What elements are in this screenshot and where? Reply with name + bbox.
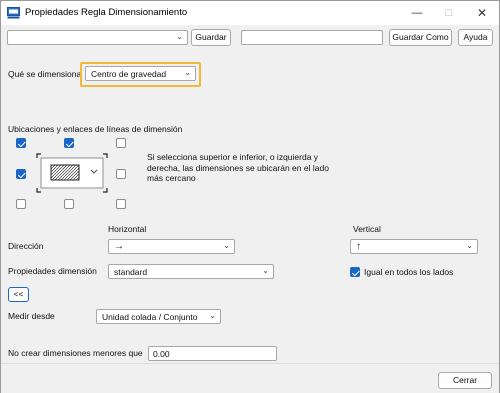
dimension-target-select[interactable]: Centro de gravedad ⌄ (85, 66, 196, 81)
direction-vertical-value: ↑ (356, 241, 361, 252)
close-icon[interactable]: ✕ (467, 1, 497, 25)
direction-horizontal-select[interactable]: → ⌄ (108, 239, 235, 254)
location-mid-left-checkbox[interactable] (16, 169, 26, 179)
measure-from-value: Unidad colada / Conjunto (102, 312, 198, 322)
same-all-sides-label: Igual en todos los lados (364, 267, 454, 277)
dialog-footer: Cerrar (1, 363, 499, 393)
min-dimension-value: 0.00 (153, 349, 170, 359)
app-icon (7, 7, 20, 19)
dimension-properties-select[interactable]: standard ⌄ (108, 264, 274, 279)
location-bottom-left-checkbox[interactable] (16, 199, 26, 209)
vertical-column-header: Vertical (353, 224, 381, 234)
help-button[interactable]: Ayuda (458, 29, 493, 46)
location-bottom-right-checkbox[interactable] (116, 199, 126, 209)
min-dimension-input[interactable]: 0.00 (148, 346, 277, 361)
location-mid-right-checkbox[interactable] (116, 169, 126, 179)
maximize-icon[interactable]: □ (434, 1, 464, 25)
save-as-name-input[interactable] (241, 30, 383, 45)
min-dimension-label: No crear dimensiones menores que (8, 348, 143, 358)
chevron-down-icon: ⌄ (209, 311, 216, 320)
dimension-target-value: Centro de gravedad (91, 69, 167, 79)
chevron-down-icon: ⌄ (176, 32, 183, 41)
chevron-down-icon: ⌄ (223, 241, 230, 250)
chevron-down-icon: ⌄ (262, 266, 269, 275)
minimize-icon[interactable]: — (402, 1, 432, 25)
window-title: Propiedades Regla Dimensionamiento (25, 7, 188, 18)
title-bar: Propiedades Regla Dimensionamiento — □ ✕ (1, 1, 499, 25)
collapse-button[interactable]: << (8, 287, 29, 302)
location-top-left-checkbox[interactable] (16, 138, 26, 148)
location-diagram (36, 153, 108, 193)
dimension-properties-value: standard (114, 267, 148, 277)
direction-vertical-select[interactable]: ↑ ⌄ (350, 239, 478, 254)
measure-from-select[interactable]: Unidad colada / Conjunto ⌄ (96, 309, 221, 324)
chevron-down-icon: ⌄ (184, 68, 191, 77)
dimension-target-label: Qué se dimensiona (8, 69, 82, 79)
preset-select[interactable]: ⌄ (7, 30, 188, 45)
dialog-window: Propiedades Regla Dimensionamiento — □ ✕… (0, 0, 500, 393)
measure-from-label: Medir desde (8, 311, 55, 321)
save-as-button[interactable]: Guardar Como (389, 29, 452, 46)
locations-help-text: Si selecciona superior e inferior, o izq… (147, 152, 329, 183)
direction-label: Dirección (8, 241, 44, 251)
dimension-properties-label: Propiedades dimensión (8, 266, 97, 276)
chevron-down-icon: ⌄ (466, 241, 473, 250)
direction-horizontal-value: → (114, 241, 124, 252)
location-top-right-checkbox[interactable] (116, 138, 126, 148)
locations-title: Ubicaciones y enlaces de líneas de dimen… (8, 124, 183, 134)
close-button[interactable]: Cerrar (438, 372, 492, 389)
horizontal-column-header: Horizontal (108, 224, 147, 234)
location-top-center-checkbox[interactable] (64, 138, 74, 148)
location-bottom-center-checkbox[interactable] (64, 199, 74, 209)
save-button[interactable]: Guardar (191, 29, 231, 46)
same-all-sides-checkbox[interactable] (350, 267, 360, 277)
